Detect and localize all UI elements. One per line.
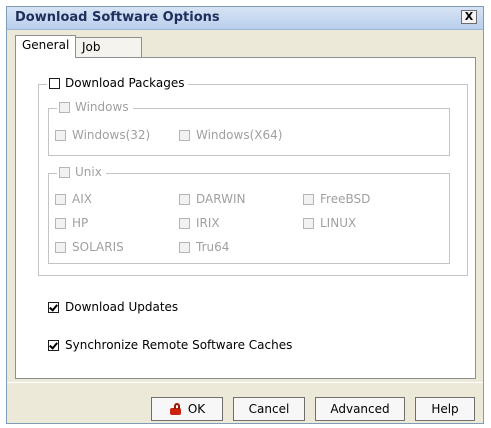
close-icon[interactable]: X (461, 10, 477, 24)
ok-button-label: OK (187, 402, 206, 416)
windows-32-checkbox[interactable] (55, 129, 66, 141)
sync-caches-label: Synchronize Remote Software Caches (65, 338, 293, 352)
irix-checkbox[interactable] (179, 217, 190, 229)
unix-option-irix[interactable]: IRIX (179, 216, 220, 230)
ok-button[interactable]: OK (151, 397, 223, 421)
unix-option-darwin[interactable]: DARWIN (179, 192, 245, 206)
windows-x64-label: Windows(X64) (196, 128, 283, 142)
sync-caches-checkbox[interactable] (48, 339, 59, 351)
download-packages-group: Download Packages Windows Windows(32) Wi… (38, 76, 468, 276)
unix-option-aix[interactable]: AIX (55, 192, 92, 206)
hp-checkbox[interactable] (55, 217, 66, 229)
windows-x64-checkbox[interactable] (179, 129, 190, 141)
windows-x64-option[interactable]: Windows(X64) (179, 128, 282, 142)
darwin-label: DARWIN (196, 192, 246, 206)
aix-checkbox[interactable] (55, 193, 66, 205)
unix-label: Unix (75, 165, 102, 179)
tru64-checkbox[interactable] (179, 241, 190, 253)
unix-option-freebsd[interactable]: FreeBSD (303, 192, 370, 206)
freebsd-label: FreeBSD (320, 192, 371, 206)
download-software-options-dialog: Download Software Options X General Job … (6, 6, 484, 424)
irix-label: IRIX (196, 216, 220, 230)
general-tab-panel: Download Packages Windows Windows(32) Wi… (15, 57, 476, 379)
hp-label: HP (72, 216, 89, 230)
freebsd-checkbox[interactable] (303, 193, 314, 205)
download-packages-option[interactable]: Download Packages (47, 76, 189, 90)
download-updates-label: Download Updates (65, 300, 179, 314)
tru64-label: Tru64 (196, 240, 230, 254)
download-packages-checkbox[interactable] (49, 77, 60, 89)
windows-label: Windows (75, 100, 129, 114)
unix-checkbox[interactable] (59, 166, 70, 178)
windows-32-option[interactable]: Windows(32) (55, 128, 150, 142)
title-bar[interactable]: Download Software Options X (7, 7, 483, 30)
solaris-checkbox[interactable] (55, 241, 66, 253)
unix-option-solaris[interactable]: SOLARIS (55, 240, 124, 254)
download-updates-checkbox[interactable] (48, 301, 59, 313)
unix-option-linux[interactable]: LINUX (303, 216, 356, 230)
unix-group: Unix AIX DARWIN FreeBSD HP IRIX LINUX SO… (48, 165, 450, 264)
help-button[interactable]: Help (415, 397, 475, 421)
windows-checkbox[interactable] (59, 101, 70, 113)
footer-divider (7, 382, 483, 383)
lock-icon (169, 402, 183, 416)
darwin-checkbox[interactable] (179, 193, 190, 205)
unix-option[interactable]: Unix (57, 165, 106, 179)
linux-checkbox[interactable] (303, 217, 314, 229)
windows-option[interactable]: Windows (57, 100, 133, 114)
tab-job-initiation[interactable]: Job Initiation (75, 37, 142, 73)
window-title: Download Software Options (15, 10, 220, 25)
solaris-label: SOLARIS (72, 240, 124, 254)
windows-32-label: Windows(32) (72, 128, 151, 142)
advanced-button[interactable]: Advanced (315, 397, 405, 421)
unix-option-tru64[interactable]: Tru64 (179, 240, 229, 254)
cancel-button[interactable]: Cancel (233, 397, 305, 421)
linux-label: LINUX (320, 216, 357, 230)
aix-label: AIX (72, 192, 92, 206)
tab-general[interactable]: General (15, 35, 77, 58)
windows-group: Windows Windows(32) Windows(X64) (48, 100, 450, 156)
sync-caches-option[interactable]: Synchronize Remote Software Caches (48, 338, 292, 352)
download-packages-label: Download Packages (65, 76, 185, 90)
download-updates-option[interactable]: Download Updates (48, 300, 178, 314)
unix-option-hp[interactable]: HP (55, 216, 88, 230)
